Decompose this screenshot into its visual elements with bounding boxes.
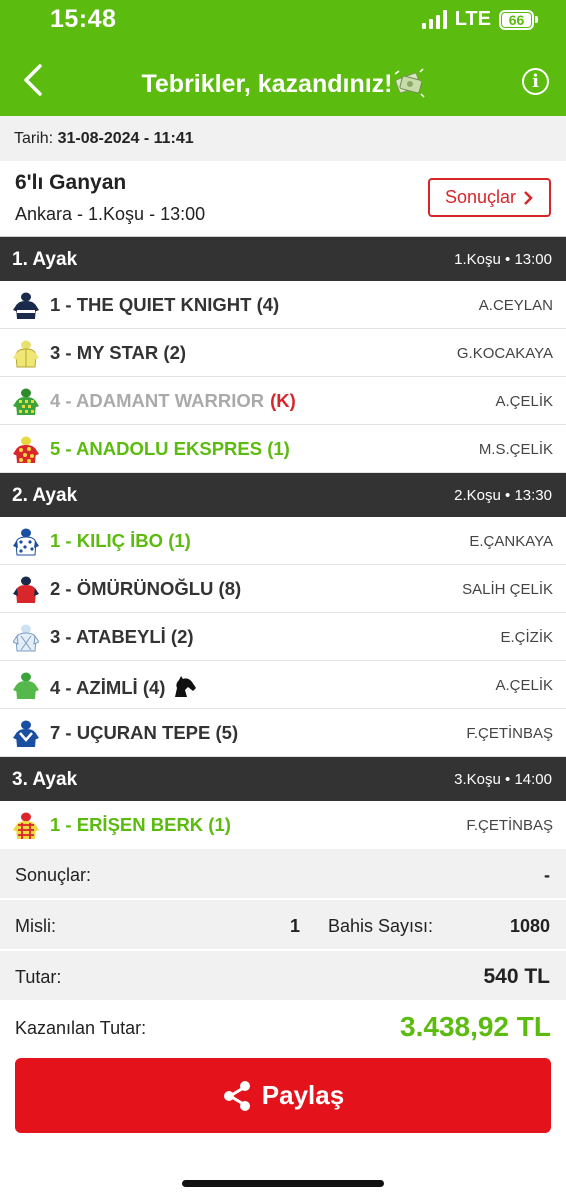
leg-race: 2.Koşu • 13:30 bbox=[454, 487, 552, 504]
leg-header: 1. Ayak 1.Koşu • 13:00 bbox=[0, 237, 566, 281]
ticket-date: Tarih: 31-08-2024 - 11:41 bbox=[0, 116, 566, 161]
results-button[interactable]: Sonuçlar bbox=[428, 178, 551, 217]
summary-results: Sonuçlar: - bbox=[0, 849, 566, 900]
won-value: 3.438,92 TL bbox=[400, 1011, 551, 1042]
horse-name: 7 - UÇURAN TEPE (5) bbox=[50, 722, 239, 743]
jockey-name: E.ÇANKAYA bbox=[469, 533, 553, 550]
results-value: - bbox=[544, 865, 550, 885]
horse-name: 1 - THE QUIET KNIGHT (4) bbox=[50, 294, 280, 315]
date-value: 31-08-2024 - 11:41 bbox=[57, 130, 194, 147]
horse-row[interactable]: 7 - UÇURAN TEPE (5) F.ÇETİNBAŞ bbox=[0, 709, 566, 757]
won-label: Kazanılan Tutar: bbox=[15, 1018, 147, 1038]
leg-header: 3. Ayak 3.Koşu • 14:00 bbox=[0, 757, 566, 801]
leg-header: 2. Ayak 2.Koşu • 13:30 bbox=[0, 473, 566, 517]
info-icon[interactable]: i bbox=[522, 68, 549, 95]
horse-row[interactable]: 1 - ERİŞEN BERK (1) F.ÇETİNBAŞ bbox=[0, 801, 566, 849]
chevron-right-icon bbox=[524, 190, 533, 205]
blinkers-horse-icon bbox=[175, 676, 197, 697]
horse-name: 2 - ÖMÜRÜNOĞLU (8) bbox=[50, 578, 242, 599]
share-icon bbox=[223, 1080, 250, 1111]
jockey-name: M.S.ÇELİK bbox=[478, 441, 553, 458]
horse-row[interactable]: 1 - THE QUIET KNIGHT (4) A.CEYLAN bbox=[0, 281, 566, 329]
leg-race: 3.Koşu • 14:00 bbox=[454, 771, 552, 788]
jockey-name: F.ÇETİNBAŞ bbox=[466, 817, 553, 834]
results-label: Sonuçlar: bbox=[15, 865, 92, 885]
amount-label: Tutar: bbox=[15, 967, 62, 987]
horse-row[interactable]: 4 - AZİMLİ (4) A.ÇELİK bbox=[0, 661, 566, 709]
horse-name-text: 4 - ADAMANT WARRIOR bbox=[50, 390, 265, 411]
jockey-silk-icon bbox=[13, 576, 39, 603]
bet-info: 6'lı Ganyan Ankara - 1.Koşu - 13:00 Sonu… bbox=[0, 161, 566, 237]
horse-name: 1 - KILIÇ İBO (1) bbox=[50, 530, 191, 551]
horse-name-text: 4 - AZİMLİ (4) bbox=[50, 677, 166, 698]
home-indicator[interactable] bbox=[182, 1180, 384, 1187]
jockey-silk-icon bbox=[13, 672, 39, 699]
status-time: 15:48 bbox=[50, 5, 117, 33]
horse-name: 3 - MY STAR (2) bbox=[50, 342, 187, 363]
signal-icon bbox=[421, 10, 447, 29]
multiplier-label: Misli: bbox=[15, 916, 56, 936]
summary-won: Kazanılan Tutar: 3.438,92 TL bbox=[0, 1002, 566, 1053]
leg-title: 3. Ayak bbox=[12, 769, 78, 790]
share-label: Paylaş bbox=[261, 1080, 345, 1110]
race-info: Ankara - 1.Koşu - 13:00 bbox=[15, 204, 206, 224]
multiplier-value: 1 bbox=[289, 916, 300, 936]
horse-row[interactable]: 3 - ATABEYLİ (2) E.ÇİZİK bbox=[0, 613, 566, 661]
horse-row[interactable]: 3 - MY STAR (2) G.KOCAKAYA bbox=[0, 329, 566, 377]
network-label: LTE bbox=[454, 8, 491, 30]
horse-row[interactable]: 5 - ANADOLU EKSPRES (1) M.S.ÇELİK bbox=[0, 425, 566, 473]
share-button[interactable]: Paylaş bbox=[15, 1058, 551, 1133]
jockey-silk-icon bbox=[13, 292, 39, 319]
money-emoji-icon bbox=[394, 68, 425, 98]
info-glyph: i bbox=[532, 71, 539, 92]
horse-name: 1 - ERİŞEN BERK (1) bbox=[50, 814, 231, 835]
scratched-flag: (K) bbox=[270, 390, 296, 411]
summary-amount: Tutar: 540 TL bbox=[0, 951, 566, 1002]
status-bar: 15:48 LTE 66 bbox=[0, 0, 566, 40]
horse-row[interactable]: 4 - ADAMANT WARRIOR (K) A.ÇELİK bbox=[0, 377, 566, 425]
horse-name: 5 - ANADOLU EKSPRES (1) bbox=[50, 438, 290, 459]
bet-count-value: 1080 bbox=[509, 916, 550, 936]
status-right: LTE 66 bbox=[421, 8, 538, 31]
leg-title: 1. Ayak bbox=[12, 249, 78, 270]
battery-icon: 66 bbox=[499, 9, 538, 30]
date-label: Tarih: bbox=[14, 130, 54, 147]
battery-level: 66 bbox=[502, 12, 531, 27]
jockey-name: F.ÇETİNBAŞ bbox=[466, 725, 553, 742]
jockey-silk-icon bbox=[13, 340, 39, 368]
bet-type: 6'lı Ganyan bbox=[15, 171, 127, 194]
jockey-silk-icon bbox=[13, 812, 39, 839]
summary-multiplier: Misli: 1 Bahis Sayısı: 1080 bbox=[0, 900, 566, 951]
results-button-label: Sonuçlar bbox=[444, 187, 517, 207]
horse-name: 3 - ATABEYLİ (2) bbox=[50, 626, 194, 647]
jockey-name: A.ÇELİK bbox=[495, 677, 553, 694]
bet-count-label: Bahis Sayısı: bbox=[328, 916, 434, 936]
jockey-silk-icon bbox=[13, 388, 39, 415]
jockey-name: G.KOCAKAYA bbox=[456, 345, 553, 362]
jockey-silk-icon bbox=[13, 528, 39, 556]
horse-name: 4 - AZİMLİ (4) bbox=[50, 674, 197, 699]
jockey-silk-icon bbox=[13, 436, 39, 463]
ticket-summary: Sonuçlar: - Misli: 1 Bahis Sayısı: 1080 … bbox=[0, 849, 566, 1002]
horse-name: 4 - ADAMANT WARRIOR (K) bbox=[50, 390, 296, 412]
page-title: Tebrikler, kazandınız! bbox=[0, 68, 566, 99]
page-title-text: Tebrikler, kazandınız! bbox=[141, 70, 393, 98]
app-header: Tebrikler, kazandınız! i bbox=[0, 40, 566, 116]
jockey-name: A.ÇELİK bbox=[495, 393, 553, 410]
leg-race: 1.Koşu • 13:00 bbox=[454, 251, 552, 268]
jockey-name: A.CEYLAN bbox=[478, 297, 553, 314]
top-bar: 15:48 LTE 66 Tebrikler, kazandınız! i bbox=[0, 0, 566, 116]
jockey-silk-icon bbox=[13, 624, 39, 652]
jockey-name: SALİH ÇELİK bbox=[462, 581, 553, 598]
amount-value: 540 TL bbox=[483, 965, 550, 988]
leg-title: 2. Ayak bbox=[12, 485, 78, 506]
jockey-name: E.ÇİZİK bbox=[500, 629, 553, 646]
horse-row[interactable]: 2 - ÖMÜRÜNOĞLU (8) SALİH ÇELİK bbox=[0, 565, 566, 613]
horse-row[interactable]: 1 - KILIÇ İBO (1) E.ÇANKAYA bbox=[0, 517, 566, 565]
jockey-silk-icon bbox=[13, 720, 39, 747]
